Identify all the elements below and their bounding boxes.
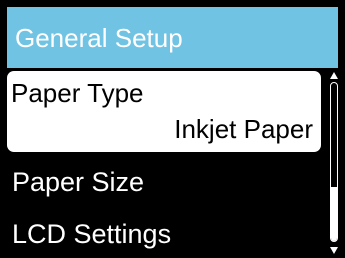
scroll-thumb[interactable]	[331, 187, 337, 241]
title-bar: General Setup	[7, 7, 338, 68]
arrow-down-icon	[330, 247, 338, 254]
settings-menu: Paper Type Inkjet Paper Paper Size LCD S…	[7, 68, 321, 258]
menu-item-label: Paper Type	[11, 78, 144, 108]
menu-item-lcd-settings[interactable]: LCD Settings	[7, 221, 321, 253]
menu-item-label: Paper Size	[12, 167, 145, 197]
menu-item-paper-type[interactable]: Paper Type Inkjet Paper	[7, 71, 321, 152]
scrollbar[interactable]	[328, 72, 340, 254]
arrow-up-icon	[330, 72, 338, 79]
menu-item-label: LCD Settings	[12, 219, 172, 249]
menu-item-value: Inkjet Paper	[174, 114, 313, 144]
screen-title: General Setup	[15, 22, 183, 53]
scroll-track[interactable]	[330, 82, 338, 242]
menu-item-paper-size[interactable]: Paper Size	[7, 169, 321, 201]
lcd-screen: General Setup Paper Type Inkjet Paper Pa…	[0, 0, 345, 258]
